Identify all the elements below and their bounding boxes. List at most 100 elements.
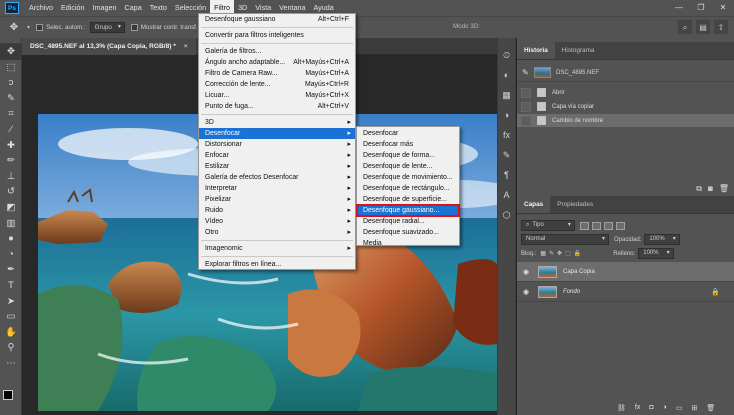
swatches-panel-icon[interactable]: ▦ (498, 86, 515, 104)
paths-panel-icon[interactable]: ⬡ (498, 206, 515, 224)
snapshot-camera-icon[interactable]: ◙ (708, 184, 713, 194)
crop-tool-icon[interactable]: ⌗ (0, 106, 22, 122)
move-tool-icon[interactable]: ✥ (0, 44, 22, 60)
filter-menu-item[interactable]: Galería de filtros... (199, 46, 355, 57)
history-step[interactable]: Capa vía copiar (517, 100, 734, 113)
color-panel-icon[interactable]: ◐ (498, 66, 515, 84)
layer-row[interactable]: ◉ Capa Copia (517, 262, 734, 282)
filter-menu-item[interactable]: Otro (199, 227, 355, 238)
filter-menu-item[interactable]: 3D (199, 117, 355, 128)
path-select-tool-icon[interactable]: ➤ (0, 294, 22, 310)
blur-submenu-item[interactable]: Desenfoque gaussiano... (356, 204, 460, 217)
blur-submenu-item[interactable]: Desenfoque suavizado... (357, 227, 459, 238)
blur-submenu-item[interactable]: Media (357, 238, 459, 249)
blur-submenu-item[interactable]: Desenfoque radial... (357, 216, 459, 227)
search-icon[interactable]: ⌕ (678, 20, 692, 34)
brushes-panel-icon[interactable]: ✎ (498, 146, 515, 164)
more-tools-icon[interactable]: ⋯ (0, 356, 22, 372)
adjustments-panel-icon[interactable]: ◑ (498, 106, 515, 124)
character-panel-icon[interactable]: A (498, 186, 515, 204)
clone-stamp-tool-icon[interactable]: ⊥ (0, 169, 22, 185)
brush-tool-icon[interactable]: ✏ (0, 153, 22, 169)
menu-edición[interactable]: Edición (57, 0, 89, 16)
filter-adjustment-icon[interactable] (591, 221, 601, 230)
healing-tool-icon[interactable]: ✚ (0, 138, 22, 154)
pen-tool-icon[interactable]: ✒ (0, 262, 22, 278)
layer-style-icon[interactable]: fx (635, 404, 640, 412)
tab-histogram[interactable]: Histograma (555, 42, 602, 59)
type-tool-icon[interactable]: T (0, 278, 22, 294)
opacity-field[interactable]: 100% (644, 234, 680, 245)
filter-menu-item[interactable]: Corrección de lente... Mayús+Ctrl+R (199, 79, 355, 90)
layer-row[interactable]: ◉ Fondo 🔒 (517, 282, 734, 302)
menu-texto[interactable]: Texto (146, 0, 171, 16)
blur-submenu-item[interactable]: Desenfoque de superficie... (357, 194, 459, 205)
layer-kind-filter-dropdown[interactable]: ⌕ Tipo (521, 220, 575, 231)
filter-menu-item[interactable]: Convertir para filtros inteligentes (199, 30, 355, 41)
menu-archivo[interactable]: Archivo (25, 0, 57, 16)
new-document-from-state-icon[interactable]: ⧉ (696, 184, 702, 194)
link-layers-icon[interactable]: ⛓ (617, 404, 626, 412)
menu-imagen[interactable]: Imagen (89, 0, 121, 16)
close-icon[interactable]: ✕ (712, 0, 734, 16)
lock-artboard-icon[interactable]: ⬚ (565, 250, 571, 257)
new-layer-icon[interactable]: ⊞ (691, 404, 697, 412)
rectangle-tool-icon[interactable]: ▭ (0, 309, 22, 325)
document-tab[interactable]: DSC_4895.NEF al 13,3% (Capa Copia, RGB/8… (22, 38, 196, 55)
history-snapshot[interactable]: ✎ DSC_4895.NEF (517, 64, 734, 82)
lock-position-icon[interactable]: ✥ (557, 250, 562, 257)
filter-menu-item[interactable]: Enfocar (199, 150, 355, 161)
lock-all-icon[interactable]: 🔒 (574, 250, 581, 257)
filter-shape-icon[interactable] (615, 221, 625, 230)
show-transform-checkbox[interactable] (130, 24, 138, 31)
blur-tool-icon[interactable]: ● (0, 231, 22, 247)
quick-select-tool-icon[interactable]: ✎ (0, 91, 22, 107)
restore-icon[interactable]: ❐ (690, 0, 712, 16)
move-tool-icon[interactable]: ✥ (8, 22, 20, 34)
blur-submenu-item[interactable]: Desenfoque de movimiento... (357, 172, 459, 183)
eye-icon[interactable]: ◉ (517, 268, 535, 276)
tab-properties[interactable]: Propiedades (550, 196, 600, 213)
eyedropper-tool-icon[interactable]: ⁄ (0, 122, 22, 138)
filter-menu-item[interactable]: Licuar... Mayús+Ctrl+X (199, 90, 355, 101)
trash-icon[interactable]: 🗑 (719, 184, 729, 194)
layer-mask-icon[interactable]: ◘ (649, 404, 653, 412)
zoom-tool-icon[interactable]: ⚲ (0, 340, 22, 356)
blend-mode-dropdown[interactable]: Normal (521, 234, 609, 245)
auto-select-checkbox[interactable] (36, 24, 44, 31)
marquee-tool-icon[interactable]: ⬚ (0, 60, 22, 76)
close-tab-icon[interactable]: × (184, 43, 188, 50)
auto-select-dropdown[interactable]: Grupo (89, 22, 125, 33)
blur-submenu-item[interactable]: Desenfocar más (357, 139, 459, 150)
history-panel-icon[interactable]: ⏲ (498, 46, 515, 64)
dodge-tool-icon[interactable]: ◔ (0, 247, 22, 263)
eye-icon[interactable]: ◉ (517, 288, 535, 296)
paragraph-panel-icon[interactable]: ¶ (498, 166, 515, 184)
lock-transparent-icon[interactable]: ▦ (540, 250, 546, 257)
history-brush-source-icon[interactable]: ✎ (522, 68, 529, 77)
fill-field[interactable]: 100% (638, 248, 674, 259)
eraser-tool-icon[interactable]: ◩ (0, 200, 22, 216)
tab-history[interactable]: Historia (517, 42, 555, 59)
menu-capa[interactable]: Capa (121, 0, 146, 16)
trash-icon[interactable]: 🗑 (706, 404, 715, 412)
filter-menu-item[interactable]: Filtro de Camera Raw... Mayús+Ctrl+A (199, 68, 355, 79)
filter-menu-item[interactable]: Explorar filtros en línea... (199, 259, 355, 270)
filter-menu-item[interactable]: Galería de efectos Desenfocar (199, 172, 355, 183)
filter-type-icon[interactable] (603, 221, 613, 230)
filter-menu-item[interactable]: Ruido (199, 205, 355, 216)
blur-submenu-item[interactable]: Desenfoque de lente... (357, 161, 459, 172)
filter-menu-item[interactable]: Ángulo ancho adaptable... Alt+Mayús+Ctrl+… (199, 57, 355, 68)
filter-menu-item[interactable]: Estilizar (199, 161, 355, 172)
history-step-current[interactable]: Cambio de nombre (517, 114, 734, 127)
foreground-color-swatch[interactable] (3, 390, 13, 400)
lock-pixels-icon[interactable]: ✎ (549, 250, 554, 257)
share-icon[interactable]: ⇧ (714, 20, 728, 34)
filter-menu-item[interactable]: Desenfocar (199, 128, 355, 139)
minimize-icon[interactable]: — (668, 0, 690, 16)
filter-menu-item[interactable]: Imagenomic (199, 243, 355, 254)
blur-submenu-item[interactable]: Desenfoque de rectángulo... (357, 183, 459, 194)
gradient-tool-icon[interactable]: ▥ (0, 216, 22, 232)
hand-tool-icon[interactable]: ✋ (0, 325, 22, 341)
blur-submenu-item[interactable]: Desenfoque de forma... (357, 150, 459, 161)
